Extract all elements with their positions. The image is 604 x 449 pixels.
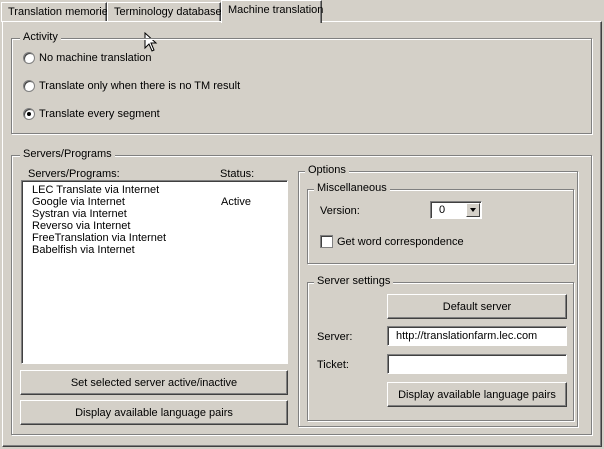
version-value: 0 — [439, 204, 446, 216]
server-settings-group-title: Server settings — [314, 275, 394, 287]
radio-button[interactable] — [23, 80, 35, 92]
miscellaneous-group: Miscellaneous Version: 0 Get word corres… — [307, 182, 574, 264]
miscellaneous-group-title: Miscellaneous — [314, 182, 390, 194]
tab-terminology-databases[interactable]: Terminology databases — [107, 2, 227, 22]
server-name: FreeTranslation via Internet — [32, 232, 167, 244]
server-name: Reverso via Internet — [32, 220, 131, 232]
servers-programs-group-title: Servers/Programs — [20, 148, 115, 160]
servers-column-header: Servers/Programs: — [28, 168, 120, 180]
server-name: Babelfish via Internet — [32, 244, 135, 256]
ticket-input[interactable] — [387, 354, 567, 374]
radio-translate-every-segment[interactable]: Translate every segment — [23, 108, 160, 120]
server-display-language-pairs-button[interactable]: Display available language pairs — [387, 382, 567, 407]
radio-translate-no-tm-result[interactable]: Translate only when there is no TM resul… — [23, 80, 240, 92]
ticket-label: Ticket: — [317, 359, 349, 371]
options-group: Options Miscellaneous Version: 0 Get wor… — [298, 164, 578, 427]
version-select[interactable]: 0 — [430, 201, 482, 219]
servers-list[interactable]: LEC Translate via Internet Google via In… — [21, 180, 288, 364]
radio-label: Translate every segment — [39, 108, 160, 120]
radio-button-selected[interactable] — [23, 108, 35, 120]
tab-label: Terminology databases — [114, 6, 228, 18]
default-server-button[interactable]: Default server — [387, 294, 567, 319]
radio-label: No machine translation — [39, 52, 152, 64]
server-status: Active — [221, 196, 251, 208]
activity-group: Activity No machine translation Translat… — [11, 31, 592, 134]
tab-label: Machine translation — [228, 4, 324, 16]
display-language-pairs-button[interactable]: Display available language pairs — [20, 400, 288, 425]
radio-button[interactable] — [23, 52, 35, 64]
server-label: Server: — [317, 331, 353, 343]
word-correspondence-checkbox-row[interactable]: Get word correspondence — [320, 235, 464, 248]
status-column-header: Status: — [220, 168, 255, 180]
server-settings-group: Server settings Default server Server: h… — [307, 275, 574, 421]
word-correspondence-checkbox[interactable] — [320, 235, 333, 248]
list-item[interactable]: Google via Internet Active — [32, 196, 251, 208]
list-item[interactable]: Babelfish via Internet — [32, 244, 135, 256]
server-name: Google via Internet — [32, 196, 125, 208]
list-item[interactable]: LEC Translate via Internet — [32, 184, 159, 196]
list-item[interactable]: Reverso via Internet — [32, 220, 130, 232]
radio-no-machine-translation[interactable]: No machine translation — [23, 52, 152, 64]
server-name: Systran via Internet — [32, 208, 127, 220]
list-item[interactable]: FreeTranslation via Internet — [32, 232, 166, 244]
tab-translation-memories[interactable]: Translation memories — [1, 2, 113, 22]
chevron-down-icon[interactable] — [466, 203, 480, 217]
radio-label: Translate only when there is no TM resul… — [39, 80, 241, 92]
set-server-active-button[interactable]: Set selected server active/inactive — [20, 370, 288, 395]
list-item[interactable]: Systran via Internet — [32, 208, 127, 220]
options-group-title: Options — [305, 164, 349, 176]
activity-group-title: Activity — [20, 31, 61, 43]
version-label: Version: — [320, 205, 360, 217]
word-correspondence-label: Get word correspondence — [337, 235, 464, 248]
server-url-input[interactable]: http://translationfarm.lec.com — [387, 326, 567, 346]
servers-programs-group: Servers/Programs Servers/Programs: Statu… — [11, 148, 592, 435]
tab-label: Translation memories — [8, 6, 114, 18]
tab-machine-translation[interactable]: Machine translation — [221, 0, 324, 23]
server-name: LEC Translate via Internet — [32, 184, 160, 196]
